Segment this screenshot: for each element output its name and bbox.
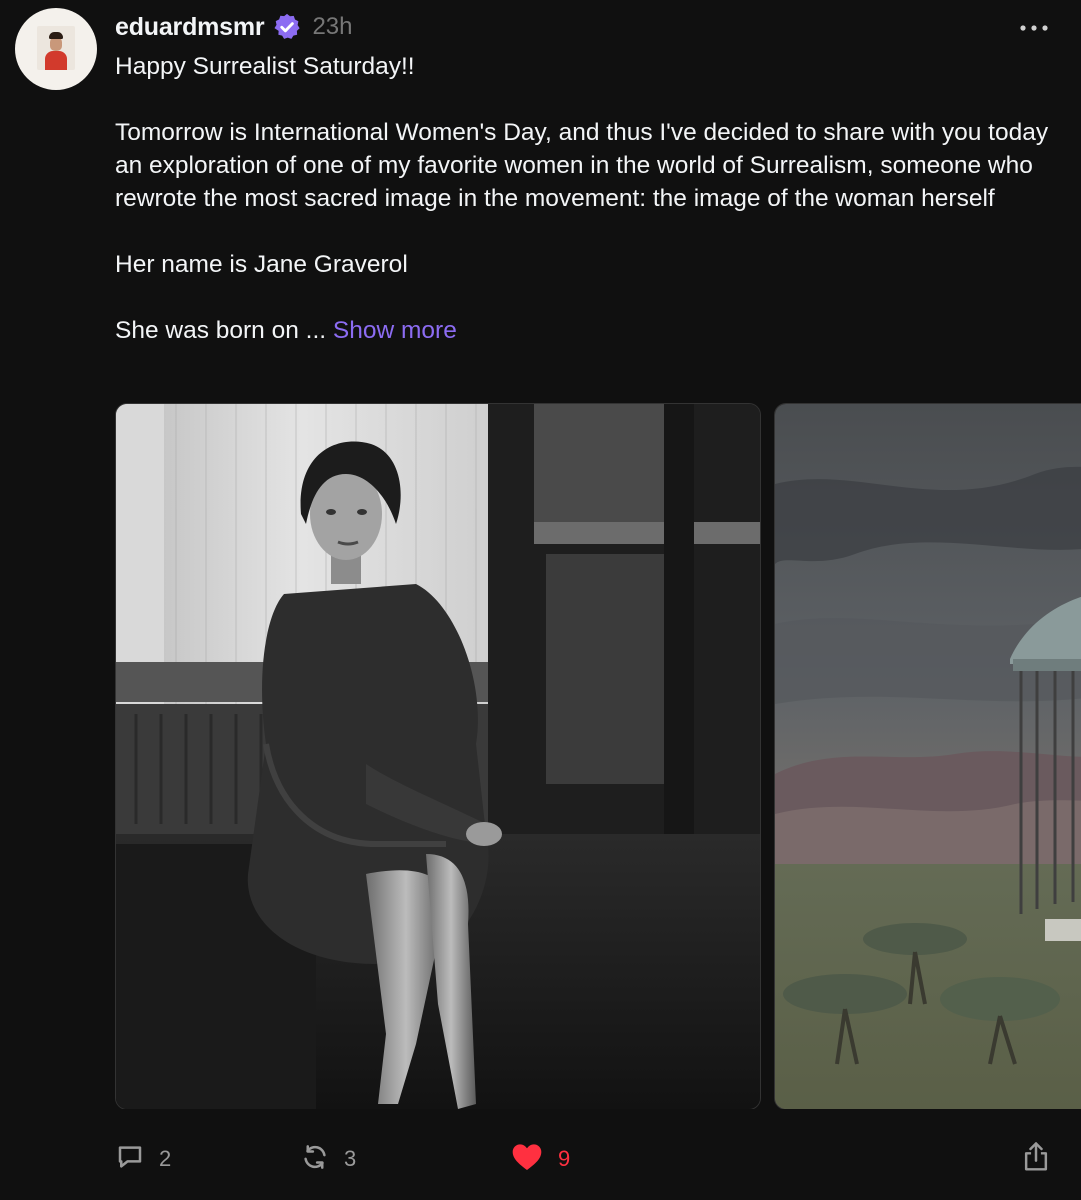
painting-landscape-cage[interactable]	[774, 403, 1081, 1109]
share-button[interactable]	[1021, 1138, 1051, 1180]
avatar[interactable]	[15, 8, 97, 90]
post-header: eduardmsmr 23h	[115, 10, 353, 44]
post-paragraph-last: She was born on ... Show more	[115, 314, 1065, 347]
post-paragraph: Her name is Jane Graverol	[115, 251, 408, 278]
verified-badge-icon	[272, 12, 302, 42]
post-card: eduardmsmr 23h Happy Surrealist Saturday…	[0, 0, 1081, 1200]
more-dots-icon[interactable]	[1017, 18, 1051, 38]
show-more-link[interactable]: Show more	[333, 317, 457, 344]
comment-icon	[115, 1142, 145, 1177]
truncated-text: She was born on ...	[115, 317, 327, 344]
timestamp: 23h	[312, 13, 353, 40]
share-icon	[1021, 1141, 1051, 1178]
post-paragraph: Happy Surrealist Saturday!!	[115, 53, 415, 80]
post-paragraph: Tomorrow is International Women's Day, a…	[115, 119, 1049, 212]
reply-button[interactable]: 2	[115, 1138, 171, 1180]
reply-count: 2	[159, 1146, 172, 1171]
repost-icon	[300, 1142, 330, 1177]
photo-woman-seated[interactable]	[115, 403, 761, 1109]
avatar-image	[37, 26, 75, 70]
post-text: Happy Surrealist Saturday!! Tomorrow is …	[115, 50, 1065, 347]
repost-count: 3	[344, 1146, 357, 1171]
media-carousel[interactable]	[115, 403, 1081, 1109]
heart-icon	[510, 1142, 544, 1177]
like-button[interactable]: 9	[510, 1138, 570, 1180]
repost-button[interactable]: 3	[300, 1138, 356, 1180]
like-count: 9	[558, 1146, 571, 1171]
username[interactable]: eduardmsmr	[115, 13, 265, 42]
action-bar: 2 3 9	[115, 1138, 1055, 1180]
